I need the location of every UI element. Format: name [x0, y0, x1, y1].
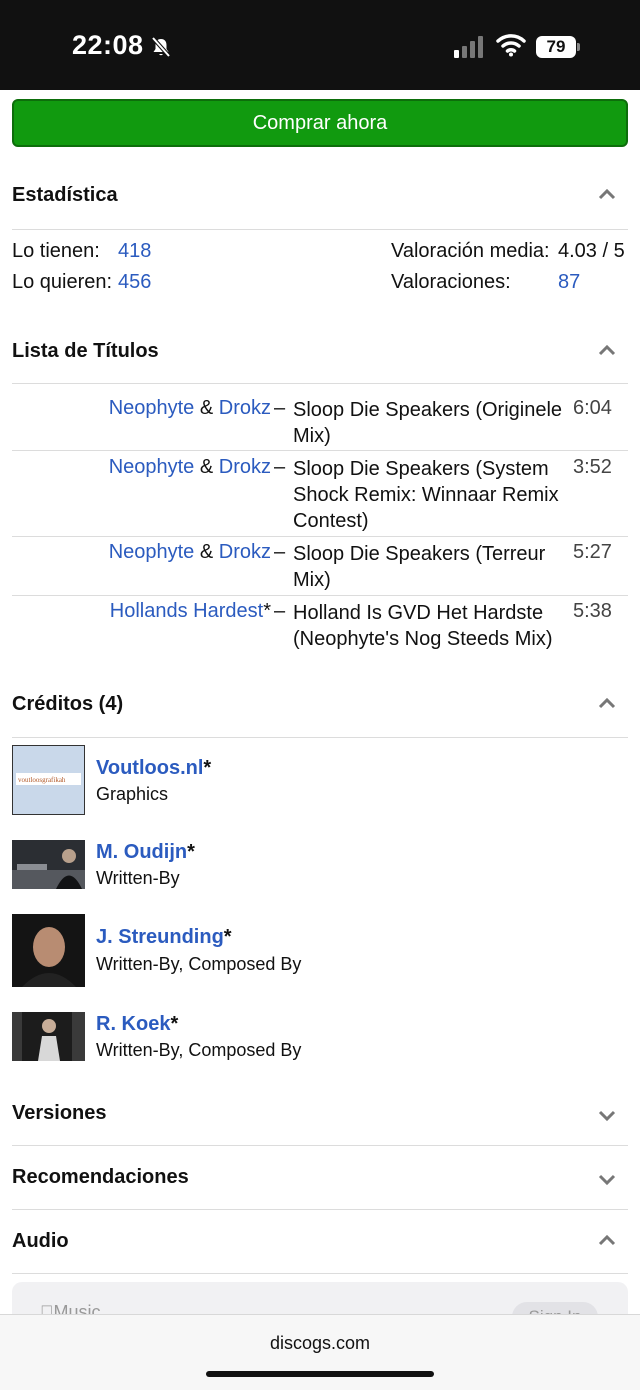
track-artists: Neophyte & Drokz	[108, 541, 271, 563]
divider	[12, 536, 628, 537]
divider	[12, 737, 628, 738]
home-indicator[interactable]	[206, 1371, 434, 1377]
credit-thumbnail[interactable]	[12, 914, 85, 987]
credits-section-header[interactable]: Créditos (4)	[12, 693, 628, 723]
chevron-down-icon	[598, 1110, 616, 1122]
credit-role: Graphics	[96, 784, 169, 804]
track-artists: Neophyte & Drokz	[108, 456, 271, 478]
status-time: 22:08	[72, 30, 144, 60]
artist-link[interactable]: Drokz	[219, 456, 271, 478]
artist-link[interactable]: Drokz	[219, 397, 271, 419]
divider	[12, 229, 628, 230]
credit-role: Written-By	[96, 868, 180, 888]
stat-ratings-value[interactable]: 87	[558, 271, 580, 294]
chevron-up-icon	[598, 1234, 616, 1246]
audio-title: Audio	[12, 1230, 69, 1252]
credit-name-link[interactable]: M. Oudijn	[96, 841, 187, 863]
track-title: Holland Is GVD Het Hardste (Neophyte's N…	[293, 602, 553, 650]
chevron-up-icon	[598, 344, 616, 356]
credit-thumbnail[interactable]	[12, 1012, 85, 1061]
recommendations-section-header[interactable]: Recomendaciones	[12, 1166, 628, 1196]
track-title: Sloop Die Speakers (Terreur Mix)	[293, 543, 546, 591]
battery-level: 79	[536, 36, 576, 58]
address-bar[interactable]: discogs.com	[0, 1333, 640, 1354]
tracklist-section-header[interactable]: Lista de Títulos	[12, 340, 628, 370]
track-dash: –	[274, 456, 286, 478]
stat-average-value: 4.03 / 5	[558, 240, 625, 262]
recommendations-title: Recomendaciones	[12, 1166, 189, 1188]
artist-link[interactable]: Hollands Hardest	[110, 600, 263, 622]
chevron-up-icon	[598, 188, 616, 200]
stat-have-label: Lo tienen:	[12, 240, 100, 262]
credit-thumbnail[interactable]: voutloosgrafikah	[12, 745, 85, 815]
browser-bottom-bar: discogs.com	[0, 1314, 640, 1390]
track-title: Sloop Die Speakers (System Shock Remix: …	[293, 458, 559, 532]
buy-now-button[interactable]: Comprar ahora	[12, 99, 628, 147]
cellular-signal-icon	[454, 36, 483, 58]
stat-have-value[interactable]: 418	[118, 240, 151, 263]
stat-have: Lo tienen:	[12, 240, 100, 263]
divider	[12, 450, 628, 451]
stat-ratings-label: Valoraciones:	[391, 271, 511, 293]
track-dash: –	[274, 541, 286, 563]
divider	[12, 383, 628, 384]
chevron-up-icon	[598, 697, 616, 709]
bell-muted-icon	[151, 36, 171, 58]
divider	[12, 1209, 628, 1210]
artist-link[interactable]: Drokz	[219, 541, 271, 563]
track-artists: Hollands Hardest*	[109, 600, 271, 622]
stat-want-label: Lo quieren:	[12, 271, 113, 293]
versions-section-header[interactable]: Versiones	[12, 1102, 628, 1132]
stats-title: Estadística	[12, 184, 118, 206]
tracklist-title: Lista de Títulos	[12, 340, 159, 362]
credit-name-link[interactable]: R. Koek	[96, 1013, 170, 1035]
track-duration: 6:04	[573, 397, 612, 419]
track-dash: –	[274, 397, 286, 419]
versions-title: Versiones	[12, 1102, 107, 1124]
divider	[12, 595, 628, 596]
artist-link[interactable]: Neophyte	[109, 456, 195, 478]
track-duration: 5:38	[573, 600, 612, 622]
credit-thumb-text: voutloosgrafikah	[18, 776, 66, 784]
track-dash: –	[274, 600, 286, 622]
credit-name-link[interactable]: J. Streunding	[96, 926, 224, 948]
divider	[12, 1273, 628, 1274]
stats-section-header[interactable]: Estadística	[12, 184, 628, 214]
battery-icon: 79	[536, 36, 580, 58]
track-duration: 3:52	[573, 456, 612, 478]
status-bar: 22:08 79	[0, 0, 640, 90]
track-artists: Neophyte & Drokz	[108, 397, 271, 419]
stat-want-value[interactable]: 456	[118, 271, 151, 294]
stat-average-label: Valoración media:	[391, 240, 550, 262]
track-duration: 5:27	[573, 541, 612, 563]
credit-name-link[interactable]: Voutloos.nl	[96, 757, 203, 779]
credit-role: Written-By, Composed By	[96, 954, 302, 974]
wifi-icon	[496, 34, 526, 57]
audio-section-header[interactable]: Audio	[12, 1230, 628, 1260]
credit-role: Written-By, Composed By	[96, 1040, 302, 1060]
divider	[12, 1145, 628, 1146]
artist-link[interactable]: Neophyte	[109, 541, 195, 563]
credits-title: Créditos (4)	[12, 693, 124, 715]
credit-thumbnail[interactable]	[12, 840, 85, 889]
chevron-down-icon	[598, 1174, 616, 1186]
artist-link[interactable]: Neophyte	[109, 397, 195, 419]
track-title: Sloop Die Speakers (Originele Mix)	[293, 399, 563, 447]
